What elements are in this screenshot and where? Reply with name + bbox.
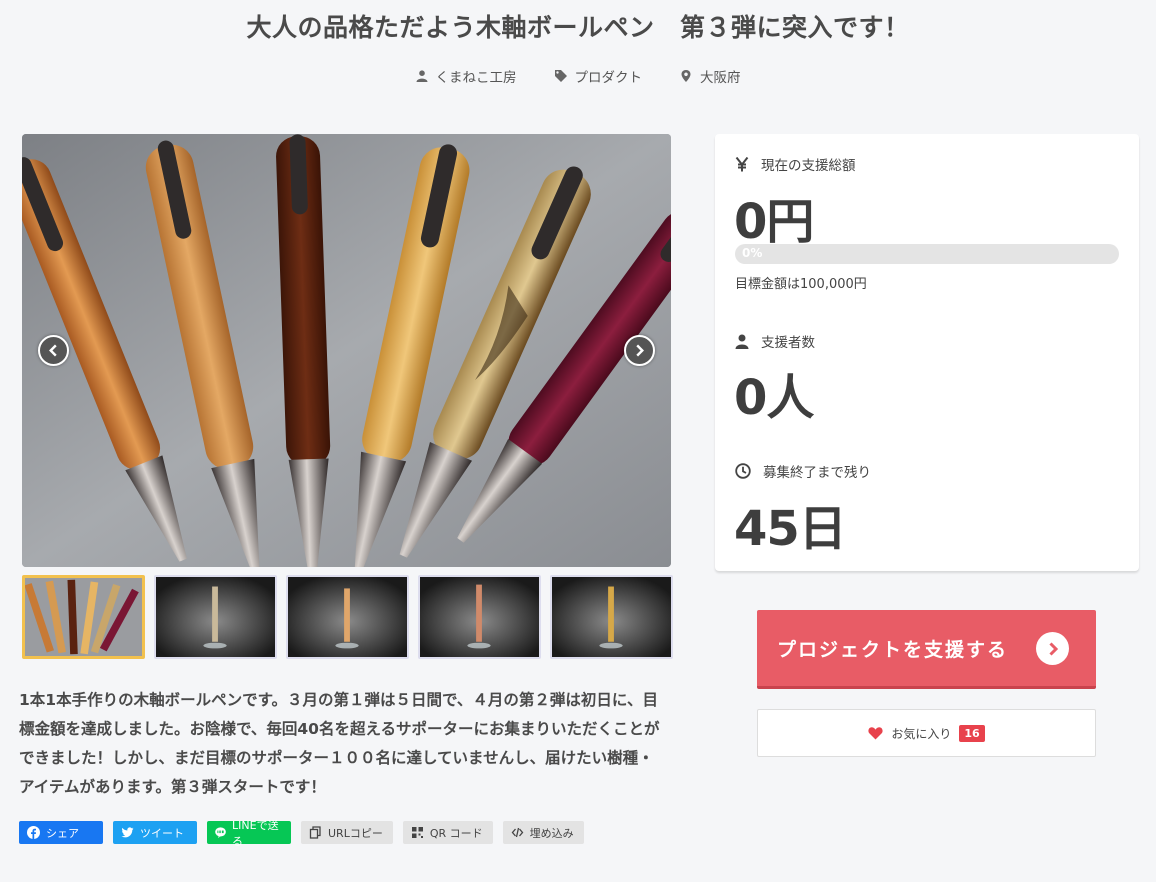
- meta-category[interactable]: プロダクト: [554, 66, 643, 86]
- chevron-right-icon: [636, 344, 644, 357]
- pens-photo: [22, 134, 671, 567]
- tag-icon: [554, 70, 567, 82]
- remaining-value: 45日: [734, 501, 847, 557]
- favorite-label: お気に入り: [891, 726, 952, 741]
- yen-icon: [735, 156, 749, 171]
- funding-stats-panel: 現在の支援総額 0円 0% 目標金額は100,000円 支援者数 0人 募集終了…: [715, 134, 1139, 571]
- chevron-left-icon: [49, 344, 57, 357]
- copy-icon: [309, 826, 321, 839]
- thumbnail-2[interactable]: [154, 575, 277, 659]
- thumbnail-image: [420, 577, 539, 657]
- category-name: プロダクト: [574, 70, 643, 86]
- goal-amount: 目標金額は100,000円: [735, 277, 867, 292]
- twitter-share-button[interactable]: ツイート: [113, 821, 197, 844]
- project-description: 1本1本手作りの木軸ボールペンです。３月の第１弾は５日間で、４月の第２弾は初日に…: [19, 691, 660, 796]
- thumbnail-5[interactable]: [550, 575, 673, 659]
- main-image[interactable]: [22, 134, 671, 567]
- chevron-right-icon: [1048, 641, 1058, 656]
- page-title: 大人の品格ただよう木軸ボールペン 第３弾に突入です！: [246, 13, 910, 42]
- supporters-label-text: 支援者数: [761, 335, 815, 351]
- line-share-label: LINEで送る: [232, 818, 279, 848]
- project-meta: くまねこ工房 プロダクト 大阪府: [0, 66, 1156, 86]
- user-icon: [735, 334, 749, 349]
- progress-percent: 0%: [742, 246, 763, 260]
- qr-code-button[interactable]: QR コード: [402, 821, 493, 844]
- code-icon: [511, 827, 523, 838]
- total-amount-value: 0円: [734, 194, 814, 250]
- gallery-prev-button[interactable]: [38, 335, 69, 366]
- thumbnail-image: [156, 577, 275, 657]
- total-amount-label: 現在の支援総額: [735, 154, 856, 174]
- clock-icon: [735, 463, 751, 479]
- thumbnail-image: [288, 577, 407, 657]
- map-pin-icon: [681, 70, 691, 82]
- twitter-icon: [121, 827, 134, 838]
- support-project-label: プロジェクトを支援する: [777, 638, 1009, 661]
- favorite-button[interactable]: お気に入り 16: [757, 709, 1096, 757]
- supporters-label: 支援者数: [735, 331, 815, 351]
- qr-code-label: QR コード: [429, 826, 483, 840]
- funding-progress-bar: 0%: [735, 244, 1119, 264]
- owner-name: くまねこ工房: [435, 70, 517, 86]
- meta-owner[interactable]: くまねこ工房: [416, 66, 517, 86]
- total-amount-label-text: 現在の支援総額: [761, 158, 856, 174]
- thumbnail-image: [552, 577, 671, 657]
- gallery-next-button[interactable]: [624, 335, 655, 366]
- facebook-icon: [27, 826, 40, 839]
- thumbnail-1[interactable]: [22, 575, 145, 659]
- remaining-label: 募集終了まで残り: [735, 461, 871, 481]
- thumbnail-4[interactable]: [418, 575, 541, 659]
- line-share-button[interactable]: LINEで送る: [207, 819, 291, 848]
- facebook-share-label: シェア: [46, 826, 79, 840]
- line-icon: [215, 827, 226, 838]
- thumbnail-strip: [22, 575, 673, 659]
- qr-code-icon: [411, 827, 423, 838]
- arrow-circle-icon: [1036, 632, 1069, 665]
- facebook-share-button[interactable]: シェア: [19, 821, 103, 844]
- twitter-share-label: ツイート: [140, 826, 184, 840]
- support-project-button[interactable]: プロジェクトを支援する: [757, 610, 1096, 689]
- url-copy-label: URLコピー: [328, 826, 383, 840]
- heart-icon: [868, 727, 883, 740]
- meta-location[interactable]: 大阪府: [680, 66, 741, 86]
- supporters-value: 0人: [734, 370, 814, 426]
- thumbnail-3[interactable]: [286, 575, 409, 659]
- embed-label: 埋め込み: [529, 826, 574, 840]
- embed-button[interactable]: 埋め込み: [502, 821, 584, 844]
- share-buttons: シェア ツイート LINEで送る URLコピー QR コード 埋め込み: [19, 819, 584, 848]
- thumbnail-image: [25, 578, 142, 656]
- location-name: 大阪府: [700, 70, 741, 86]
- url-copy-button[interactable]: URLコピー: [301, 821, 393, 844]
- user-icon: [416, 70, 427, 82]
- remaining-label-text: 募集終了まで残り: [763, 465, 871, 481]
- favorite-count-badge: 16: [959, 724, 985, 742]
